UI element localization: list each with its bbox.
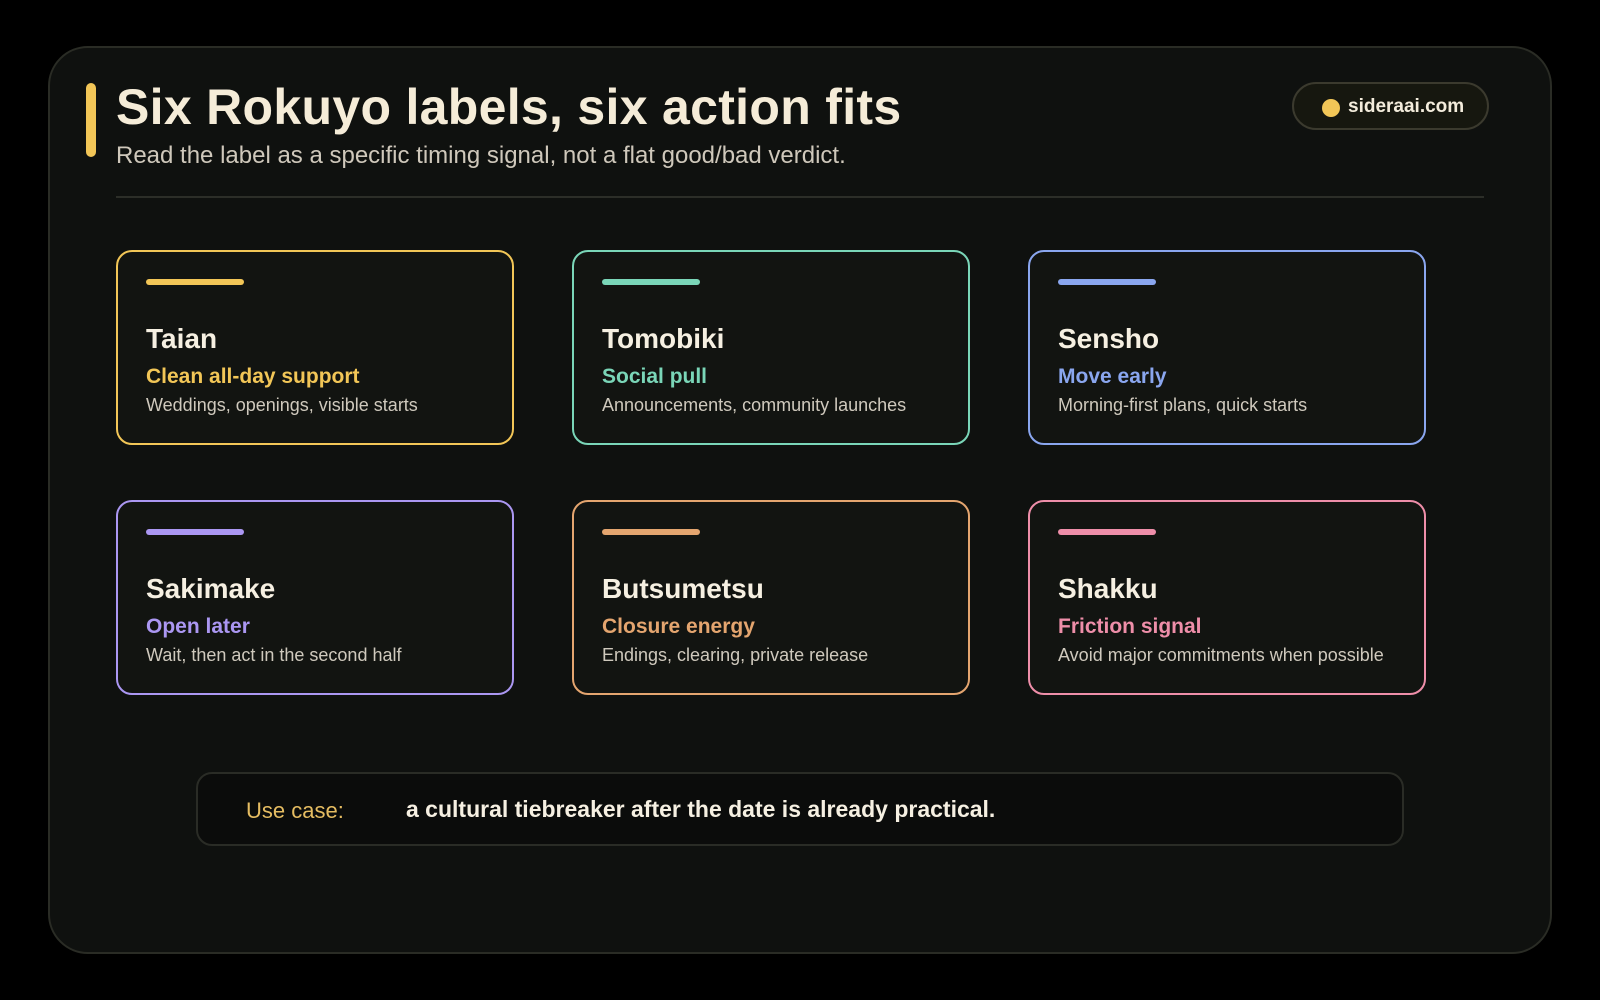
card-name: Butsumetsu: [602, 573, 764, 604]
site-badge[interactable]: sideraai.com: [1292, 82, 1489, 130]
card-name: Tomobiki: [602, 323, 725, 354]
card-taian: Taian Clean all-day support Weddings, op…: [116, 250, 514, 445]
card-description: Weddings, openings, visible starts: [146, 395, 418, 415]
card-accent-bar: [146, 279, 244, 285]
card-description: Announcements, community launches: [602, 395, 907, 415]
card-action: Clean all-day support: [146, 365, 360, 388]
card-action: Friction signal: [1058, 615, 1202, 638]
use-case-box: Use case: a cultural tiebreaker after th…: [196, 772, 1404, 846]
card-accent-bar: [1058, 279, 1156, 285]
card-tomobiki: Tomobiki Social pull Announcements, comm…: [572, 250, 970, 445]
card-action: Move early: [1058, 365, 1167, 388]
card-description: Wait, then act in the second half: [146, 645, 402, 665]
card-name: Sakimake: [146, 573, 276, 604]
card-accent-bar: [602, 529, 700, 535]
card-sakimake: Sakimake Open later Wait, then act in th…: [116, 500, 514, 695]
card-name: Shakku: [1058, 573, 1158, 604]
card-accent-bar: [602, 279, 700, 285]
card-shakku: Shakku Friction signal Avoid major commi…: [1028, 500, 1426, 695]
card-accent-bar: [1058, 529, 1156, 535]
use-case-label: Use case:: [246, 798, 344, 823]
use-case-text: a cultural tiebreaker after the date is …: [406, 796, 996, 822]
title-accent-bar: [86, 83, 96, 157]
header-divider: [116, 196, 1484, 198]
card-description: Morning-first plans, quick starts: [1058, 395, 1308, 415]
card-action: Closure energy: [602, 615, 755, 638]
card-name: Sensho: [1058, 323, 1160, 354]
badge-label: sideraai.com: [1348, 96, 1465, 117]
card-description: Avoid major commitments when possible: [1058, 645, 1384, 665]
page-title: Six Rokuyo labels, six action fits: [116, 79, 902, 135]
card-butsumetsu: Butsumetsu Closure energy Endings, clear…: [572, 500, 970, 695]
card-action: Open later: [146, 615, 250, 638]
page-subtitle: Read the label as a specific timing sign…: [116, 142, 846, 169]
card-name: Taian: [146, 323, 218, 354]
card-action: Social pull: [602, 365, 708, 388]
card-description: Endings, clearing, private release: [602, 645, 869, 665]
card-sensho: Sensho Move early Morning-first plans, q…: [1028, 250, 1426, 445]
card-accent-bar: [146, 529, 244, 535]
badge-dot-icon: [1322, 99, 1340, 117]
